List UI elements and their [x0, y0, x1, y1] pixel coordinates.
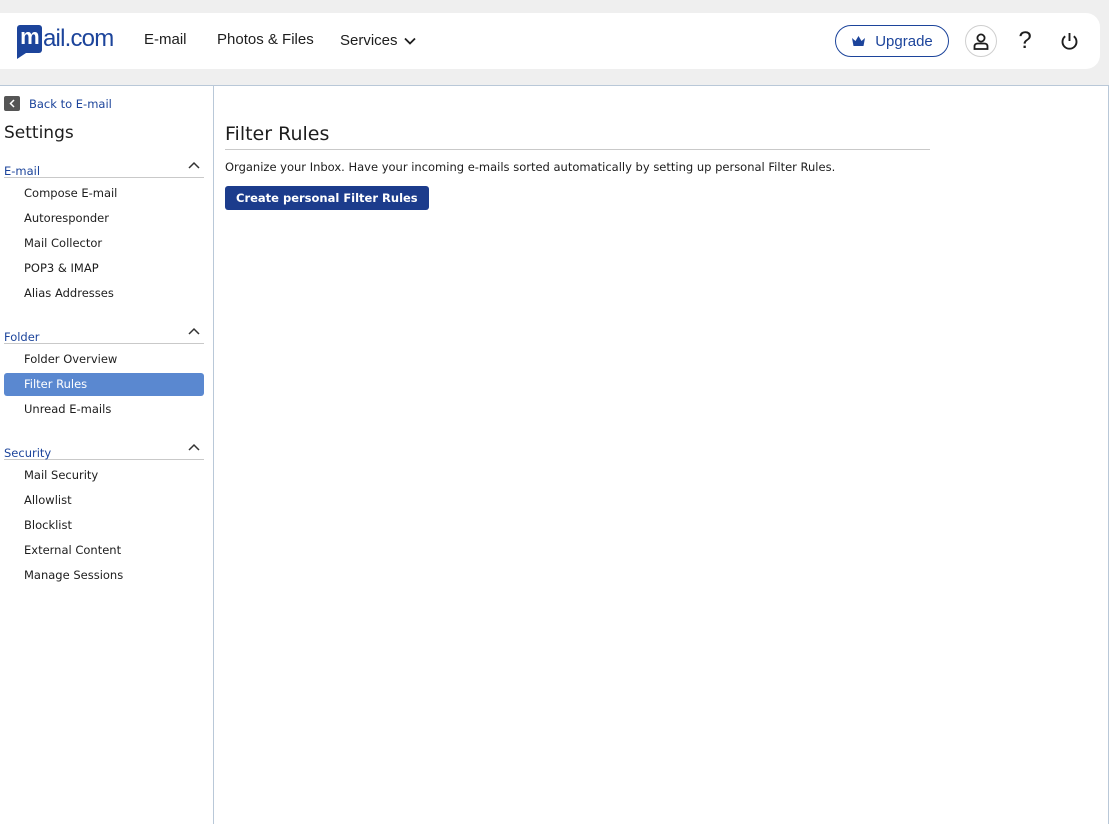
sidebar-item-mail-security[interactable]: Mail Security	[4, 464, 204, 487]
sidebar-item-blocklist[interactable]: Blocklist	[4, 514, 204, 537]
nav-services[interactable]: Services	[340, 13, 416, 69]
help-button[interactable]: ?	[1009, 25, 1041, 57]
settings-sidebar: Back to E-mail Settings E-mail Compose E…	[0, 86, 214, 824]
chevron-up-icon	[188, 327, 200, 335]
sidebar-item-manage-sessions[interactable]: Manage Sessions	[4, 564, 204, 587]
back-to-email-label: Back to E-mail	[29, 96, 112, 111]
settings-frame: Back to E-mail Settings E-mail Compose E…	[0, 85, 1109, 824]
sidebar-item-alias-addresses[interactable]: Alias Addresses	[4, 282, 204, 305]
top-bar: m ail.com E-mail Photos & Files Services…	[0, 13, 1100, 69]
section-folder-header[interactable]: Folder	[4, 326, 204, 344]
sidebar-item-filter-rules[interactable]: Filter Rules	[4, 373, 204, 396]
nav-email[interactable]: E-mail	[144, 13, 187, 69]
section-security-label: Security	[4, 446, 52, 460]
crown-icon	[852, 36, 866, 46]
sidebar-item-compose-email[interactable]: Compose E-mail	[4, 182, 204, 205]
back-to-email-link[interactable]: Back to E-mail	[4, 96, 112, 111]
upgrade-button[interactable]: Upgrade	[835, 25, 949, 57]
sidebar-item-external-content[interactable]: External Content	[4, 539, 204, 562]
nav-services-label: Services	[340, 32, 398, 49]
chevron-up-icon	[188, 161, 200, 169]
section-folder-label: Folder	[4, 330, 40, 344]
help-icon: ?	[1018, 27, 1032, 54]
sidebar-item-mail-collector[interactable]: Mail Collector	[4, 232, 204, 255]
sidebar-item-unread-emails[interactable]: Unread E-mails	[4, 398, 204, 421]
section-email-header[interactable]: E-mail	[4, 160, 204, 178]
section-email-label: E-mail	[4, 164, 41, 178]
power-icon	[1061, 32, 1077, 50]
chevron-up-icon	[188, 443, 200, 451]
upgrade-label: Upgrade	[875, 32, 933, 50]
logout-button[interactable]	[1053, 25, 1085, 57]
settings-title: Settings	[4, 123, 74, 143]
user-icon	[973, 33, 989, 50]
chevron-down-icon	[403, 37, 416, 45]
sidebar-item-pop3-imap[interactable]: POP3 & IMAP	[4, 257, 204, 280]
create-filter-rules-button[interactable]: Create personal Filter Rules	[225, 186, 429, 210]
sidebar-item-folder-overview[interactable]: Folder Overview	[4, 348, 204, 371]
filter-rules-panel: Filter Rules Organize your Inbox. Have y…	[225, 86, 1105, 824]
mailcom-logo[interactable]: m ail.com	[17, 25, 114, 59]
profile-button[interactable]	[965, 25, 997, 57]
logo-text: ail.com	[43, 25, 114, 52]
sidebar-item-allowlist[interactable]: Allowlist	[4, 489, 204, 512]
section-security-header[interactable]: Security	[4, 442, 204, 460]
nav-photos-files[interactable]: Photos & Files	[217, 13, 314, 69]
chevron-left-icon	[4, 96, 20, 111]
sidebar-item-autoresponder[interactable]: Autoresponder	[4, 207, 204, 230]
logo-mark: m	[17, 25, 42, 59]
page-title: Filter Rules	[225, 123, 930, 150]
intro-text: Organize your Inbox. Have your incoming …	[225, 160, 836, 174]
